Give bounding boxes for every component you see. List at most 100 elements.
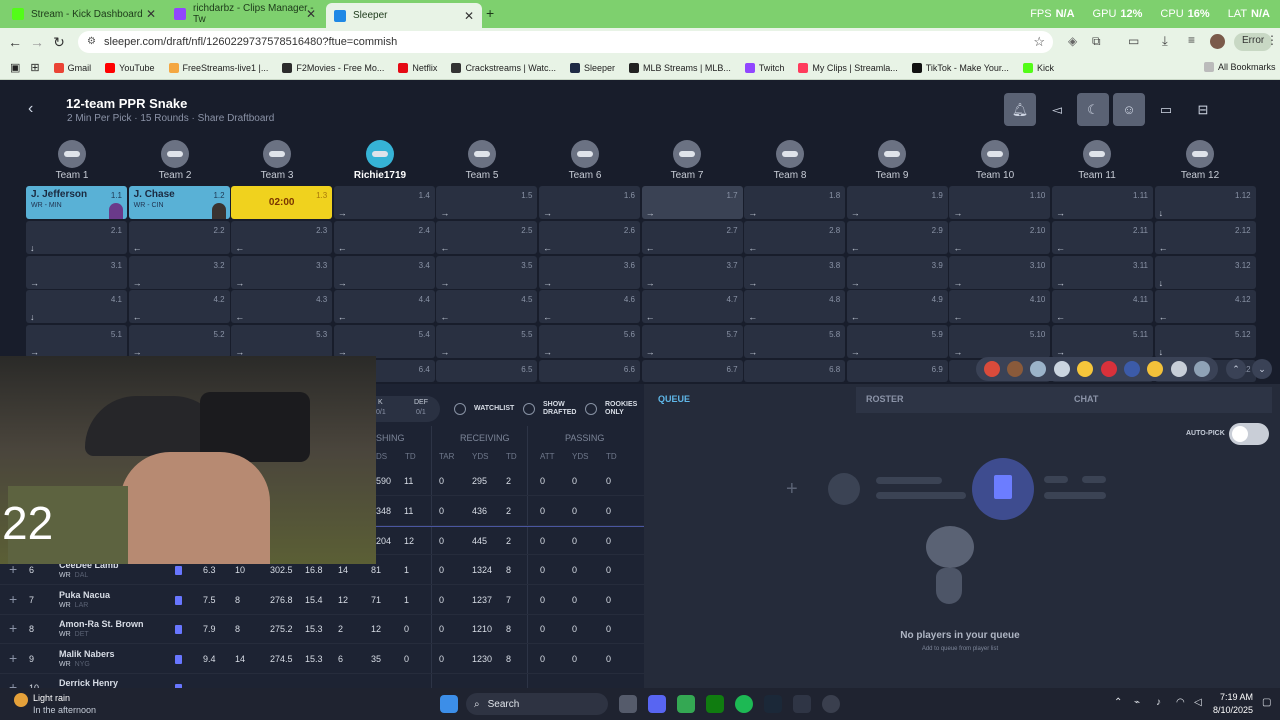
draft-pick-slot[interactable]: 4.10 ←: [949, 290, 1051, 323]
back-icon[interactable]: ←: [4, 34, 26, 50]
clock-date[interactable]: 8/10/2025: [1210, 705, 1253, 715]
draft-pick-slot[interactable]: 4.2 ←: [128, 290, 230, 323]
layout-button[interactable]: ▭: [1150, 93, 1182, 126]
draft-pick-slot[interactable]: J. Chase WR - CIN 1.2: [128, 186, 230, 219]
draft-pick-slot[interactable]: 3.10 →: [949, 256, 1051, 289]
draft-pick-slot[interactable]: 2.2 ←: [128, 221, 230, 254]
draft-pick-slot[interactable]: 5.2 →: [128, 325, 230, 358]
clock-time[interactable]: 7:19 AM: [1215, 692, 1253, 702]
player-news-icon[interactable]: [175, 595, 182, 605]
mic-icon[interactable]: ♪: [1156, 697, 1161, 708]
draft-pick-slot[interactable]: 6.9: [846, 360, 948, 382]
url-input[interactable]: ⚙ sleeper.com/draft/nfl/1260229737578516…: [78, 31, 1053, 53]
k-filter-label[interactable]: K: [378, 399, 383, 406]
draft-pick-slot[interactable]: 3.7 →: [641, 256, 743, 289]
rookies-only-radio[interactable]: [585, 403, 597, 415]
add-to-queue-icon[interactable]: +: [9, 650, 17, 666]
shield-icon[interactable]: ◈: [1068, 34, 1077, 48]
draft-pick-slot[interactable]: 6.8: [744, 360, 846, 382]
bookmark-twitch[interactable]: Twitch: [744, 62, 784, 73]
poop-emoji-icon[interactable]: [1007, 361, 1024, 377]
draft-pick-slot[interactable]: 4.12 ←: [1154, 290, 1256, 323]
draft-pick-slot[interactable]: 4.3 ←: [231, 290, 333, 323]
back-arrow-icon[interactable]: ‹: [28, 100, 33, 118]
draft-pick-slot[interactable]: 2.8 ←: [744, 221, 846, 254]
autopick-toggle[interactable]: [1229, 423, 1269, 445]
forward-icon[interactable]: →: [26, 34, 48, 50]
tray-chevron-icon[interactable]: ⌃: [1114, 697, 1122, 708]
draft-pick-slot[interactable]: 3.3 →: [231, 256, 333, 289]
volume-icon[interactable]: ◁: [1194, 697, 1202, 708]
bookmark-gmail[interactable]: Gmail: [53, 62, 91, 73]
weather-title[interactable]: Light rain: [33, 693, 70, 703]
chrome-icon[interactable]: [677, 695, 695, 713]
draft-pick-slot[interactable]: 1.7 →: [641, 186, 743, 219]
draft-pick-slot[interactable]: 1.10 →: [949, 186, 1051, 219]
table-row[interactable]: +7 7.5 8 276.8 15.4 12 71 1 0 1237 7 0 0 0 Puka Nacua W…: [0, 586, 644, 615]
draft-pick-slot[interactable]: 4.9 ←: [846, 290, 948, 323]
add-to-queue-icon[interactable]: +: [9, 591, 17, 607]
draft-pick-slot[interactable]: 5.1 →: [26, 325, 127, 358]
draft-pick-slot[interactable]: 4.7 ←: [641, 290, 743, 323]
draft-pick-slot[interactable]: 5.4 →: [333, 325, 435, 358]
draft-pick-slot[interactable]: 3.12 ↓: [1154, 256, 1256, 289]
tab-sleeper[interactable]: Sleeper ✕: [326, 3, 482, 28]
extensions-icon[interactable]: ⧉: [1092, 34, 1101, 49]
draft-pick-slot[interactable]: 2.4 ←: [333, 221, 435, 254]
network-icon[interactable]: ⌁: [1134, 697, 1140, 708]
bookmark-youtube[interactable]: YouTube: [105, 62, 155, 73]
team-column-header[interactable]: Team 7: [636, 140, 738, 181]
draft-subtitle[interactable]: 2 Min Per Pick · 15 Rounds · Share Draft…: [67, 113, 274, 124]
notification-button[interactable]: 🔔︎: [1004, 93, 1036, 126]
draft-pick-slot[interactable]: 1.6 →: [539, 186, 640, 219]
close-icon[interactable]: ✕: [146, 7, 156, 21]
collapse-up-button[interactable]: ⌃: [1226, 359, 1246, 379]
draft-pick-slot[interactable]: 5.5 →: [436, 325, 538, 358]
draft-pick-slot[interactable]: 3.11 →: [1052, 256, 1153, 289]
draft-pick-slot[interactable]: 2.7 ←: [641, 221, 743, 254]
laugh-emoji-icon[interactable]: [1077, 361, 1094, 377]
draft-pick-slot[interactable]: 02:00 1.3: [231, 186, 333, 219]
new-tab-button[interactable]: +: [486, 5, 494, 21]
draft-pick-slot[interactable]: 4.5 ←: [436, 290, 538, 323]
xbox-icon[interactable]: [706, 695, 724, 713]
team-column-header[interactable]: Team 3: [226, 140, 328, 181]
draft-pick-slot[interactable]: 5.6 →: [539, 325, 640, 358]
bookmark-f2movies[interactable]: F2Movies - Free Mo...: [282, 62, 384, 73]
draft-pick-slot[interactable]: 5.8 →: [744, 325, 846, 358]
bookmark-mlb-streams[interactable]: MLB Streams | MLB...: [628, 62, 731, 73]
draft-pick-slot[interactable]: 1.9 →: [846, 186, 948, 219]
tab-roster[interactable]: ROSTER: [856, 387, 1064, 413]
def-filter-label[interactable]: DEF: [414, 399, 428, 406]
angry-emoji-icon[interactable]: [1100, 361, 1117, 377]
show-drafted-label[interactable]: SHOW DRAFTED: [543, 401, 576, 417]
close-icon[interactable]: ✕: [306, 7, 316, 21]
emoji-button[interactable]: ☺: [1113, 93, 1145, 126]
bookmark-my-clips[interactable]: My Clips | Streamla...: [798, 62, 898, 73]
draft-pick-slot[interactable]: 3.2 →: [128, 256, 230, 289]
add-to-queue-icon[interactable]: +: [9, 620, 17, 636]
team-column-header[interactable]: Team 8: [739, 140, 841, 181]
draft-pick-slot[interactable]: 2.11 ←: [1052, 221, 1153, 254]
team-column-header[interactable]: Team 10: [944, 140, 1046, 181]
star-icon[interactable]: ☆: [1033, 34, 1045, 50]
draft-pick-slot[interactable]: J. Jefferson WR - MIN 1.1: [26, 186, 127, 219]
table-row[interactable]: +8 7.9 8 275.2 15.3 2 12 0 0 1210 8 0 0 0 Amon-Ra St. …: [0, 615, 644, 644]
draft-pick-slot[interactable]: 4.6 ←: [539, 290, 640, 323]
draft-pick-slot[interactable]: 3.5 →: [436, 256, 538, 289]
team-column-header[interactable]: Team 1: [21, 140, 123, 181]
notifications-icon[interactable]: ▢: [1262, 697, 1271, 708]
draft-pick-slot[interactable]: 5.3 →: [231, 325, 333, 358]
draft-pick-slot[interactable]: 1.5 →: [436, 186, 538, 219]
draft-pick-slot[interactable]: 2.6 ←: [539, 221, 640, 254]
draft-pick-slot[interactable]: 3.1 →: [26, 256, 127, 289]
taskbar-search[interactable]: ⌕ Search: [466, 693, 608, 715]
windows-start-icon[interactable]: [440, 695, 458, 713]
nerd-emoji-icon[interactable]: [1053, 361, 1070, 377]
wifi-icon[interactable]: ◠: [1176, 697, 1185, 708]
draft-pick-slot[interactable]: 2.12 ←: [1154, 221, 1256, 254]
cast-icon[interactable]: ▭: [1128, 34, 1139, 48]
show-drafted-radio[interactable]: [523, 403, 535, 415]
settings-icon[interactable]: [822, 695, 840, 713]
draft-pick-slot[interactable]: 4.4 ←: [333, 290, 435, 323]
